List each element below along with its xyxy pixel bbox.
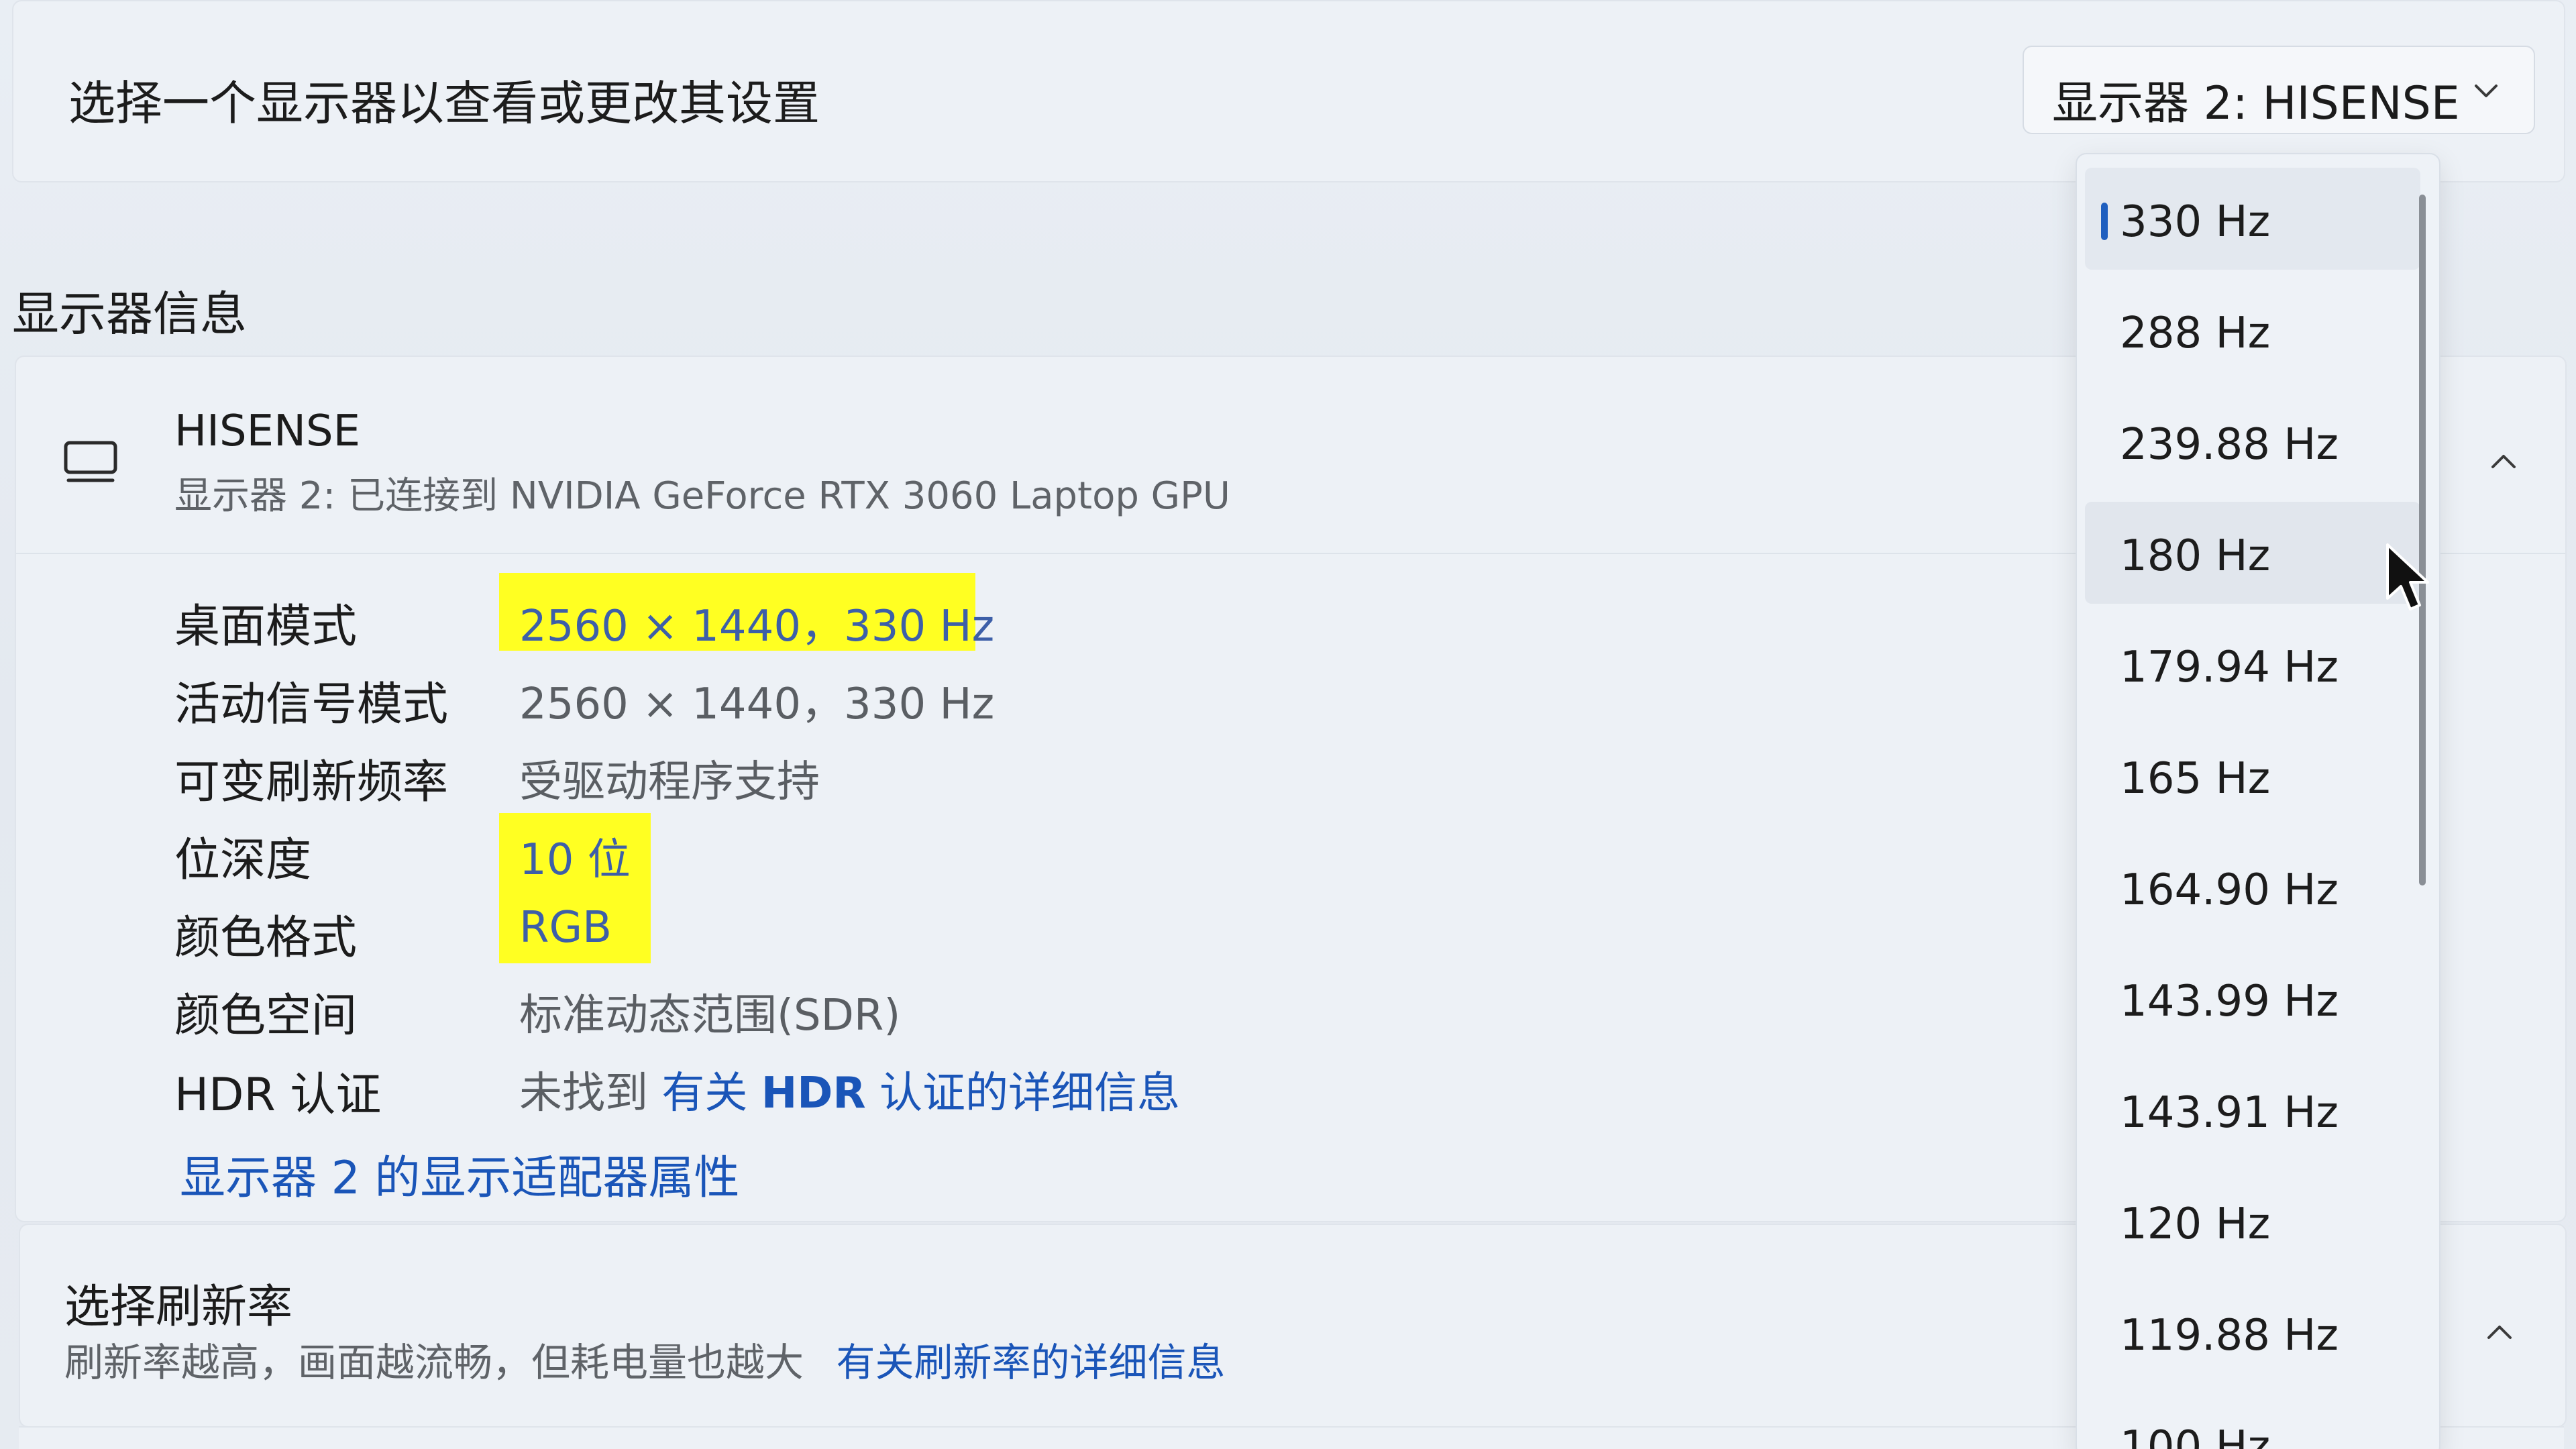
hdr-link-text-bold: HDR xyxy=(761,1069,866,1118)
value-hdr-certification: 未找到 有关 HDR 认证的详细信息 xyxy=(519,1059,1180,1120)
selected-indicator xyxy=(2101,203,2108,240)
refresh-option-label: 180 Hz xyxy=(2120,531,2271,581)
monitor-connection: 显示器 2: 已连接到 NVIDIA GeForce RTX 3060 Lapt… xyxy=(174,474,1230,518)
mouse-cursor-icon xyxy=(2386,543,2429,610)
refresh-option-165[interactable]: 165 Hz xyxy=(2085,724,2420,826)
section-heading-display-info: 显示器信息 xyxy=(12,286,247,341)
monitor-name: HISENSE xyxy=(174,407,360,456)
label-desktop-mode: 桌面模式 xyxy=(174,600,358,653)
refresh-option-120[interactable]: 120 Hz xyxy=(2085,1170,2420,1272)
refresh-option-label: 119.88 Hz xyxy=(2120,1311,2339,1360)
refresh-option-100[interactable]: 100 Hz xyxy=(2085,1393,2420,1449)
refresh-rate-details-link[interactable]: 有关刷新率的详细信息 xyxy=(836,1340,1225,1385)
chevron-up-icon[interactable] xyxy=(2481,1313,2518,1351)
refresh-option-179-94[interactable]: 179.94 Hz xyxy=(2085,613,2420,715)
dropdown-scrollbar[interactable] xyxy=(2419,195,2426,885)
refresh-option-143-91[interactable]: 143.91 Hz xyxy=(2085,1059,2420,1161)
refresh-option-label: 239.88 Hz xyxy=(2120,420,2339,470)
refresh-option-288[interactable]: 288 Hz xyxy=(2085,279,2420,381)
value-variable-refresh: 受驱动程序支持 xyxy=(519,757,820,807)
display-select-dropdown[interactable]: 显示器 2: HISENSE xyxy=(2023,46,2535,134)
refresh-rate-description: 刷新率越高，画面越流畅，但耗电量也越大 有关刷新率的详细信息 xyxy=(64,1331,1225,1387)
display-adapter-properties-link[interactable]: 显示器 2 的显示适配器属性 xyxy=(180,1140,740,1207)
refresh-option-239-88[interactable]: 239.88 Hz xyxy=(2085,390,2420,492)
refresh-option-label: 143.99 Hz xyxy=(2120,977,2339,1026)
refresh-option-164-90[interactable]: 164.90 Hz xyxy=(2085,836,2420,938)
refresh-option-330[interactable]: 330 Hz xyxy=(2085,168,2420,270)
chevron-up-icon[interactable] xyxy=(2485,443,2522,480)
refresh-option-180[interactable]: 180 Hz xyxy=(2085,502,2420,604)
label-hdr-certification: HDR 认证 xyxy=(174,1069,382,1122)
refresh-option-label: 330 Hz xyxy=(2120,197,2271,247)
refresh-rate-title: 选择刷新率 xyxy=(64,1281,293,1334)
select-display-prompt: 选择一个显示器以查看或更改其设置 xyxy=(68,76,820,131)
refresh-rate-description-text: 刷新率越高，画面越流畅，但耗电量也越大 xyxy=(64,1340,804,1385)
value-bit-depth: 10 位 xyxy=(519,835,631,885)
hdr-link-text-1: 有关 xyxy=(661,1069,748,1118)
refresh-option-143-99[interactable]: 143.99 Hz xyxy=(2085,947,2420,1049)
refresh-option-label: 179.94 Hz xyxy=(2120,643,2339,692)
value-desktop-mode: 2560 × 1440，330 Hz xyxy=(519,602,995,651)
label-bit-depth: 位深度 xyxy=(174,834,312,887)
display-settings-page: 选择一个显示器以查看或更改其设置 显示器 2: HISENSE 显示器信息 HI… xyxy=(0,0,2576,1449)
label-active-signal-mode: 活动信号模式 xyxy=(174,678,449,731)
value-active-signal-mode: 2560 × 1440，330 Hz xyxy=(519,680,995,729)
refresh-option-label: 100 Hz xyxy=(2120,1422,2271,1449)
refresh-rate-dropdown-list[interactable]: 330 Hz 288 Hz 239.88 Hz 180 Hz 179.94 Hz… xyxy=(2076,153,2440,1449)
refresh-option-label: 143.91 Hz xyxy=(2120,1088,2339,1138)
label-variable-refresh: 可变刷新频率 xyxy=(174,756,449,809)
label-color-format: 颜色格式 xyxy=(174,912,358,965)
refresh-option-119-88[interactable]: 119.88 Hz xyxy=(2085,1281,2420,1383)
refresh-option-label: 165 Hz xyxy=(2120,754,2271,804)
hdr-details-link[interactable]: 有关 HDR 认证的详细信息 xyxy=(661,1069,1180,1118)
refresh-option-label: 288 Hz xyxy=(2120,309,2271,358)
hdr-not-found-text: 未找到 xyxy=(519,1069,648,1118)
value-color-format: RGB xyxy=(519,903,612,953)
label-color-space: 颜色空间 xyxy=(174,989,358,1042)
chevron-down-icon xyxy=(2475,85,2498,97)
display-select-label: 显示器 2: HISENSE xyxy=(2052,77,2460,130)
refresh-option-label: 120 Hz xyxy=(2120,1199,2271,1249)
value-color-space: 标准动态范围(SDR) xyxy=(519,991,901,1040)
refresh-option-label: 164.90 Hz xyxy=(2120,865,2339,915)
hdr-link-text-2: 认证的详细信息 xyxy=(879,1069,1180,1118)
monitor-icon xyxy=(64,441,117,482)
